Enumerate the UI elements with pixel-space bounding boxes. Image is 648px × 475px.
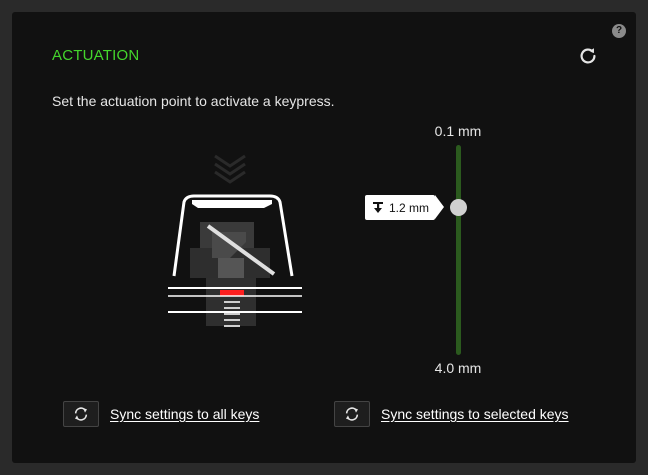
actuation-slider-thumb[interactable] <box>450 199 467 216</box>
sync-all-keys-button[interactable] <box>63 401 99 427</box>
actuation-value-label: 1.2 mm <box>389 200 430 215</box>
sync-icon <box>345 407 359 421</box>
description-text: Set the actuation point to activate a ke… <box>52 93 335 109</box>
arrow-down-icon <box>373 201 383 213</box>
help-icon[interactable]: ? <box>612 24 626 38</box>
slider-max-label: 4.0 mm <box>434 360 482 376</box>
actuation-value-tooltip: 1.2 mm <box>365 195 444 220</box>
section-title: ACTUATION <box>52 47 140 64</box>
actuation-slider-track[interactable] <box>456 145 461 355</box>
chevron-down-icon <box>214 154 246 184</box>
sync-selected-keys-link[interactable]: Sync settings to selected keys <box>381 406 569 422</box>
reset-icon[interactable] <box>577 45 599 67</box>
key-switch-illustration <box>168 154 302 327</box>
sync-icon <box>74 407 88 421</box>
slider-min-label: 0.1 mm <box>434 123 482 139</box>
sync-selected-keys-button[interactable] <box>334 401 370 427</box>
actuation-panel <box>12 12 636 463</box>
sync-all-keys-link[interactable]: Sync settings to all keys <box>110 406 259 422</box>
